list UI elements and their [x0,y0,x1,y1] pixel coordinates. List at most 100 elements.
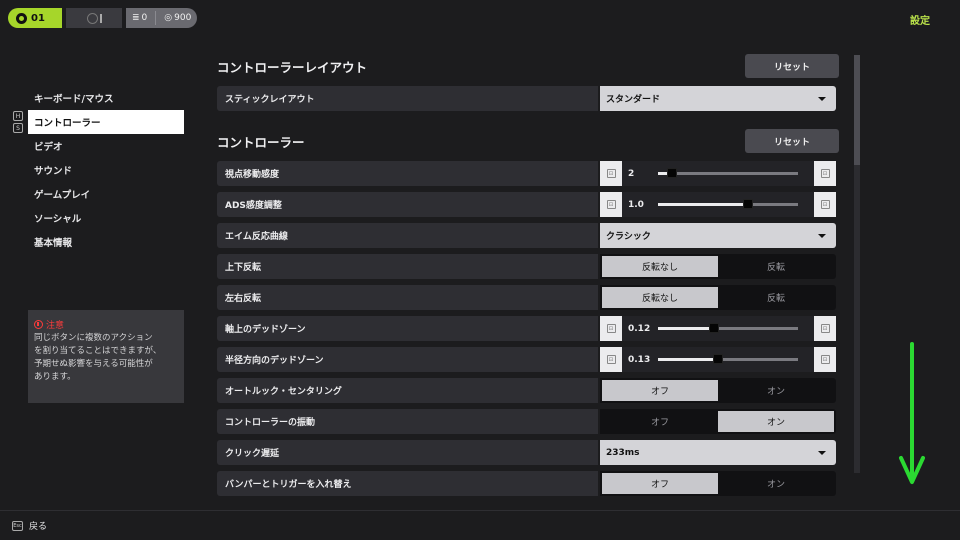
setting-row-swap-bumpers-triggers: バンパーとトリガーを入れ替え オフ オン [217,471,837,496]
toggle-option-on[interactable]: 反転 [718,256,834,277]
toggle-option-off[interactable]: オフ [602,473,718,494]
toggle-option-off[interactable]: オフ [602,380,718,401]
toggle-option-off[interactable]: 反転なし [602,287,718,308]
sidebar-item-sound[interactable]: サウンド [28,158,184,182]
slider-fill [658,203,748,206]
xp-bar-icon [99,13,102,23]
s-key-icon: S [13,123,23,133]
increase-key-icon[interactable]: ⊡ [820,324,830,333]
slider-track[interactable] [658,199,798,209]
swap-bumpers-triggers-toggle[interactable]: オフ オン [600,471,836,496]
setting-row-axial-deadzone: 軸上のデッドゾーン ⊡ 0.12 ⊡ [217,316,837,341]
section-title-controller: コントローラー [217,134,305,150]
dropdown-value: スタンダード [606,95,661,105]
xp-badge [66,8,122,28]
slider-track[interactable] [658,323,798,333]
scroll-down-arrow-icon [899,342,925,484]
radial-deadzone-slider[interactable]: ⊡ 0.13 ⊡ [600,347,836,372]
slider-thumb[interactable] [713,354,724,364]
click-delay-dropdown[interactable]: 233ms [600,440,836,465]
toggle-option-on[interactable]: オン [718,380,834,401]
back-label: 戻る [29,522,48,532]
stick-layout-dropdown[interactable]: スタンダード [600,86,836,111]
toggle-option-on[interactable]: オン [718,411,834,432]
scrollbar-thumb[interactable] [854,55,860,165]
slider-thumb[interactable] [709,323,719,333]
dropdown-value: 233ms [606,447,640,458]
currency-a-value: 0 [141,13,148,23]
sidebar-item-social[interactable]: ソーシャル [28,206,184,230]
currency-divider [155,11,157,25]
controller-section-header: コントローラー リセット [217,129,839,153]
notice-body: 同じボタンに複数のアクション を割り当てることはできますが、 予期せぬ影響を与え… [34,333,162,382]
look-sensitivity-slider[interactable]: ⊡ 2 ⊡ [600,161,836,186]
increase-key-icon[interactable]: ⊡ [820,355,830,364]
settings-sidebar: キーボード/マウス コントローラー ビデオ サウンド ゲームプレイ ソーシャル … [28,86,184,254]
xp-ring-icon [86,12,98,24]
toggle-option-off[interactable]: 反転なし [602,256,718,277]
footer-bar: Esc 戻る [0,510,960,540]
decrease-key-icon[interactable]: ⊡ [606,355,616,364]
toggle-option-on[interactable]: 反転 [718,287,834,308]
setting-row-invert-vertical: 上下反転 反転なし 反転 [217,254,837,279]
layout-section-header: コントローラーレイアウト リセット [217,54,839,78]
back-button[interactable]: Esc 戻る [12,519,47,532]
toggle-option-off[interactable]: オフ [602,411,718,432]
setting-row-stick-layout: スティックレイアウト スタンダード [217,86,837,111]
decrease-key-icon[interactable]: ⊡ [606,324,616,333]
scrollbar-track[interactable] [854,55,860,473]
decrease-key-icon[interactable]: ⊡ [606,169,616,178]
slider-thumb[interactable] [667,168,677,178]
currency-badge: ≣ 0 ◎ 900 [126,8,198,28]
vibration-toggle[interactable]: オフ オン [600,409,836,434]
setting-row-ads-sensitivity: ADS感度調整 ⊡ 1.0 ⊡ [217,192,837,217]
currency-b-icon: ◎ [164,13,173,23]
notice-title: 注意 [46,321,65,331]
axial-deadzone-slider[interactable]: ⊡ 0.12 ⊡ [600,316,836,341]
setting-label: コントローラーの振動 [217,409,598,434]
h-key-icon: H [13,111,23,121]
slider-thumb[interactable] [742,199,753,209]
setting-label: 上下反転 [217,254,598,279]
setting-label: 軸上のデッドゾーン [217,316,598,341]
page-title: 設定 [910,16,930,27]
sidebar-item-keyboard-mouse[interactable]: キーボード/マウス [28,86,184,110]
sidebar-item-gameplay[interactable]: ゲームプレイ [28,182,184,206]
setting-row-click-delay: クリック遅延 233ms [217,440,837,465]
invert-horizontal-toggle[interactable]: 反転なし 反転 [600,285,836,310]
setting-label: 視点移動感度 [217,161,598,186]
top-status-bar: 01 ≣ 0 ◎ 900 [8,8,198,28]
section-title-layout: コントローラーレイアウト [217,59,368,75]
auto-look-centering-toggle[interactable]: オフ オン [600,378,836,403]
setting-row-look-sensitivity: 視点移動感度 ⊡ 2 ⊡ [217,161,837,186]
setting-row-invert-horizontal: 左右反転 反転なし 反転 [217,285,837,310]
chevron-down-icon [818,96,826,101]
warning-notice: 注意 同じボタンに複数のアクション を割り当てることはできますが、 予期せぬ影響… [28,310,184,403]
sidebar-item-controller[interactable]: コントローラー [28,110,184,134]
setting-label: 半径方向のデッドゾーン [217,347,598,372]
increase-key-icon[interactable]: ⊡ [820,200,830,209]
setting-row-radial-deadzone: 半径方向のデッドゾーン ⊡ 0.13 ⊡ [217,347,837,372]
slider-track[interactable] [658,354,798,364]
aim-curve-dropdown[interactable]: クラシック [600,223,836,248]
invert-vertical-toggle[interactable]: 反転なし 反転 [600,254,836,279]
level-icon [16,12,27,24]
setting-label: ADS感度調整 [217,192,598,217]
slider-track[interactable] [658,168,798,178]
increase-key-icon[interactable]: ⊡ [820,169,830,178]
slider-value: 1.0 [628,199,644,210]
toggle-option-on[interactable]: オン [718,473,834,494]
ads-sensitivity-slider[interactable]: ⊡ 1.0 ⊡ [600,192,836,217]
sidebar-item-video[interactable]: ビデオ [28,134,184,158]
dropdown-value: クラシック [606,232,651,242]
reset-controller-button[interactable]: リセット [745,129,839,153]
sidebar-item-basic-info[interactable]: 基本情報 [28,230,184,254]
setting-row-aim-curve: エイム反応曲線 クラシック [217,223,837,248]
setting-label: オートルック・センタリング [217,378,598,403]
decrease-key-icon[interactable]: ⊡ [606,200,616,209]
setting-label: クリック遅延 [217,440,598,465]
slider-value: 2 [628,168,635,179]
level-value: 01 [31,12,45,24]
setting-label: 左右反転 [217,285,598,310]
reset-layout-button[interactable]: リセット [745,54,839,78]
